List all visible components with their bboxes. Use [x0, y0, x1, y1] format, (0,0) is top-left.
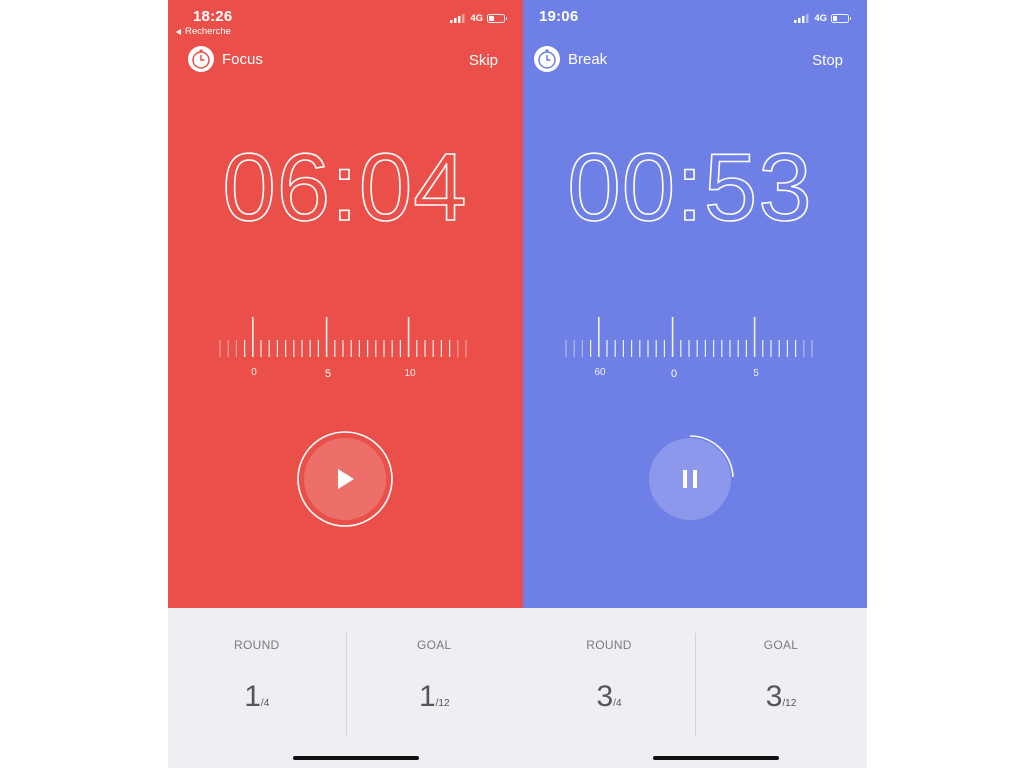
round-count: 1 — [244, 680, 261, 713]
timer-display: 00:53 — [523, 133, 867, 257]
stats-panel: ROUND 1/4 GOAL 1/12 — [168, 608, 523, 768]
mode-indicator[interactable]: Break — [533, 45, 607, 73]
goal-count: 3 — [765, 680, 783, 713]
goal-stat: GOAL 3/12 — [695, 608, 867, 768]
stats-panel: ROUND 3/4 GOAL 3/12 — [523, 608, 867, 768]
round-stat: ROUND 3/4 — [523, 608, 695, 768]
goal-label: GOAL — [763, 638, 799, 652]
play-button[interactable] — [296, 430, 394, 528]
time-ruler[interactable]: 60 0 5 — [523, 315, 867, 385]
stop-button[interactable]: Stop — [812, 52, 843, 69]
back-link[interactable]: Recherche — [176, 26, 231, 37]
mode-label: Focus — [222, 50, 263, 68]
status-indicators: 4G — [794, 13, 851, 24]
time-ruler[interactable]: 0 5 10 — [168, 315, 523, 385]
timer-svg: 06:04 — [222, 133, 468, 242]
round-label: ROUND — [234, 638, 280, 652]
home-indicator[interactable] — [652, 756, 779, 760]
network-label: 4G — [470, 13, 483, 24]
signal-icon — [450, 14, 465, 23]
round-count: 3 — [596, 680, 614, 713]
goal-total: /12 — [782, 698, 797, 709]
status-indicators: 4G — [450, 13, 507, 24]
status-time: 18:26 — [193, 8, 233, 25]
pause-icon — [649, 435, 734, 520]
status-time: 19:06 — [539, 8, 579, 25]
home-indicator[interactable] — [293, 756, 420, 760]
ruler-label: 0 — [671, 368, 677, 380]
pause-button[interactable] — [641, 430, 739, 528]
break-screen: 19:06 4G Break Stop 00:53 60 0 5 ROUND 3… — [523, 0, 867, 768]
round-value: 3/4 — [523, 680, 695, 714]
round-value: 1/4 — [168, 680, 346, 714]
timer-display: 06:04 — [168, 133, 523, 257]
ruler-label: 10 — [404, 368, 416, 379]
goal-total: /12 — [435, 698, 450, 709]
timer-svg: 00:53 — [567, 133, 813, 242]
ruler-label: 0 — [251, 367, 257, 378]
mode-label: Break — [568, 50, 608, 68]
battery-icon — [831, 14, 851, 23]
focus-panel: 18:26 Recherche 4G Focus Skip 06:04 0 5 … — [168, 0, 523, 608]
mode-indicator[interactable]: Focus — [187, 45, 263, 73]
back-link-label: Recherche — [185, 26, 231, 37]
battery-fill — [833, 16, 837, 21]
timer-value: 06:04 — [222, 134, 467, 241]
skip-button[interactable]: Skip — [469, 52, 498, 69]
goal-value: 1/12 — [346, 680, 524, 714]
focus-screen: 18:26 Recherche 4G Focus Skip 06:04 0 5 … — [168, 0, 523, 768]
signal-icon — [794, 14, 809, 23]
network-label: 4G — [814, 13, 827, 24]
ruler-label: 5 — [753, 368, 759, 379]
stopwatch-icon — [534, 46, 560, 72]
ruler-label: 5 — [325, 368, 331, 380]
timer-value: 00:53 — [567, 134, 812, 241]
round-total: /4 — [260, 698, 270, 709]
goal-stat: GOAL 1/12 — [346, 608, 524, 768]
round-total: /4 — [613, 698, 622, 709]
play-icon — [297, 431, 393, 527]
battery-icon — [487, 14, 507, 23]
round-label: ROUND — [586, 638, 632, 652]
ruler-ticks — [219, 317, 467, 357]
ruler-ticks — [565, 317, 813, 357]
goal-label: GOAL — [416, 638, 452, 652]
stopwatch-icon — [188, 46, 214, 72]
ruler-label: 60 — [594, 367, 606, 378]
break-panel: 19:06 4G Break Stop 00:53 60 0 5 — [523, 0, 867, 608]
goal-count: 1 — [418, 680, 436, 713]
round-stat: ROUND 1/4 — [168, 608, 346, 768]
back-arrow-icon — [176, 28, 181, 35]
battery-fill — [489, 16, 494, 21]
goal-value: 3/12 — [695, 680, 867, 714]
